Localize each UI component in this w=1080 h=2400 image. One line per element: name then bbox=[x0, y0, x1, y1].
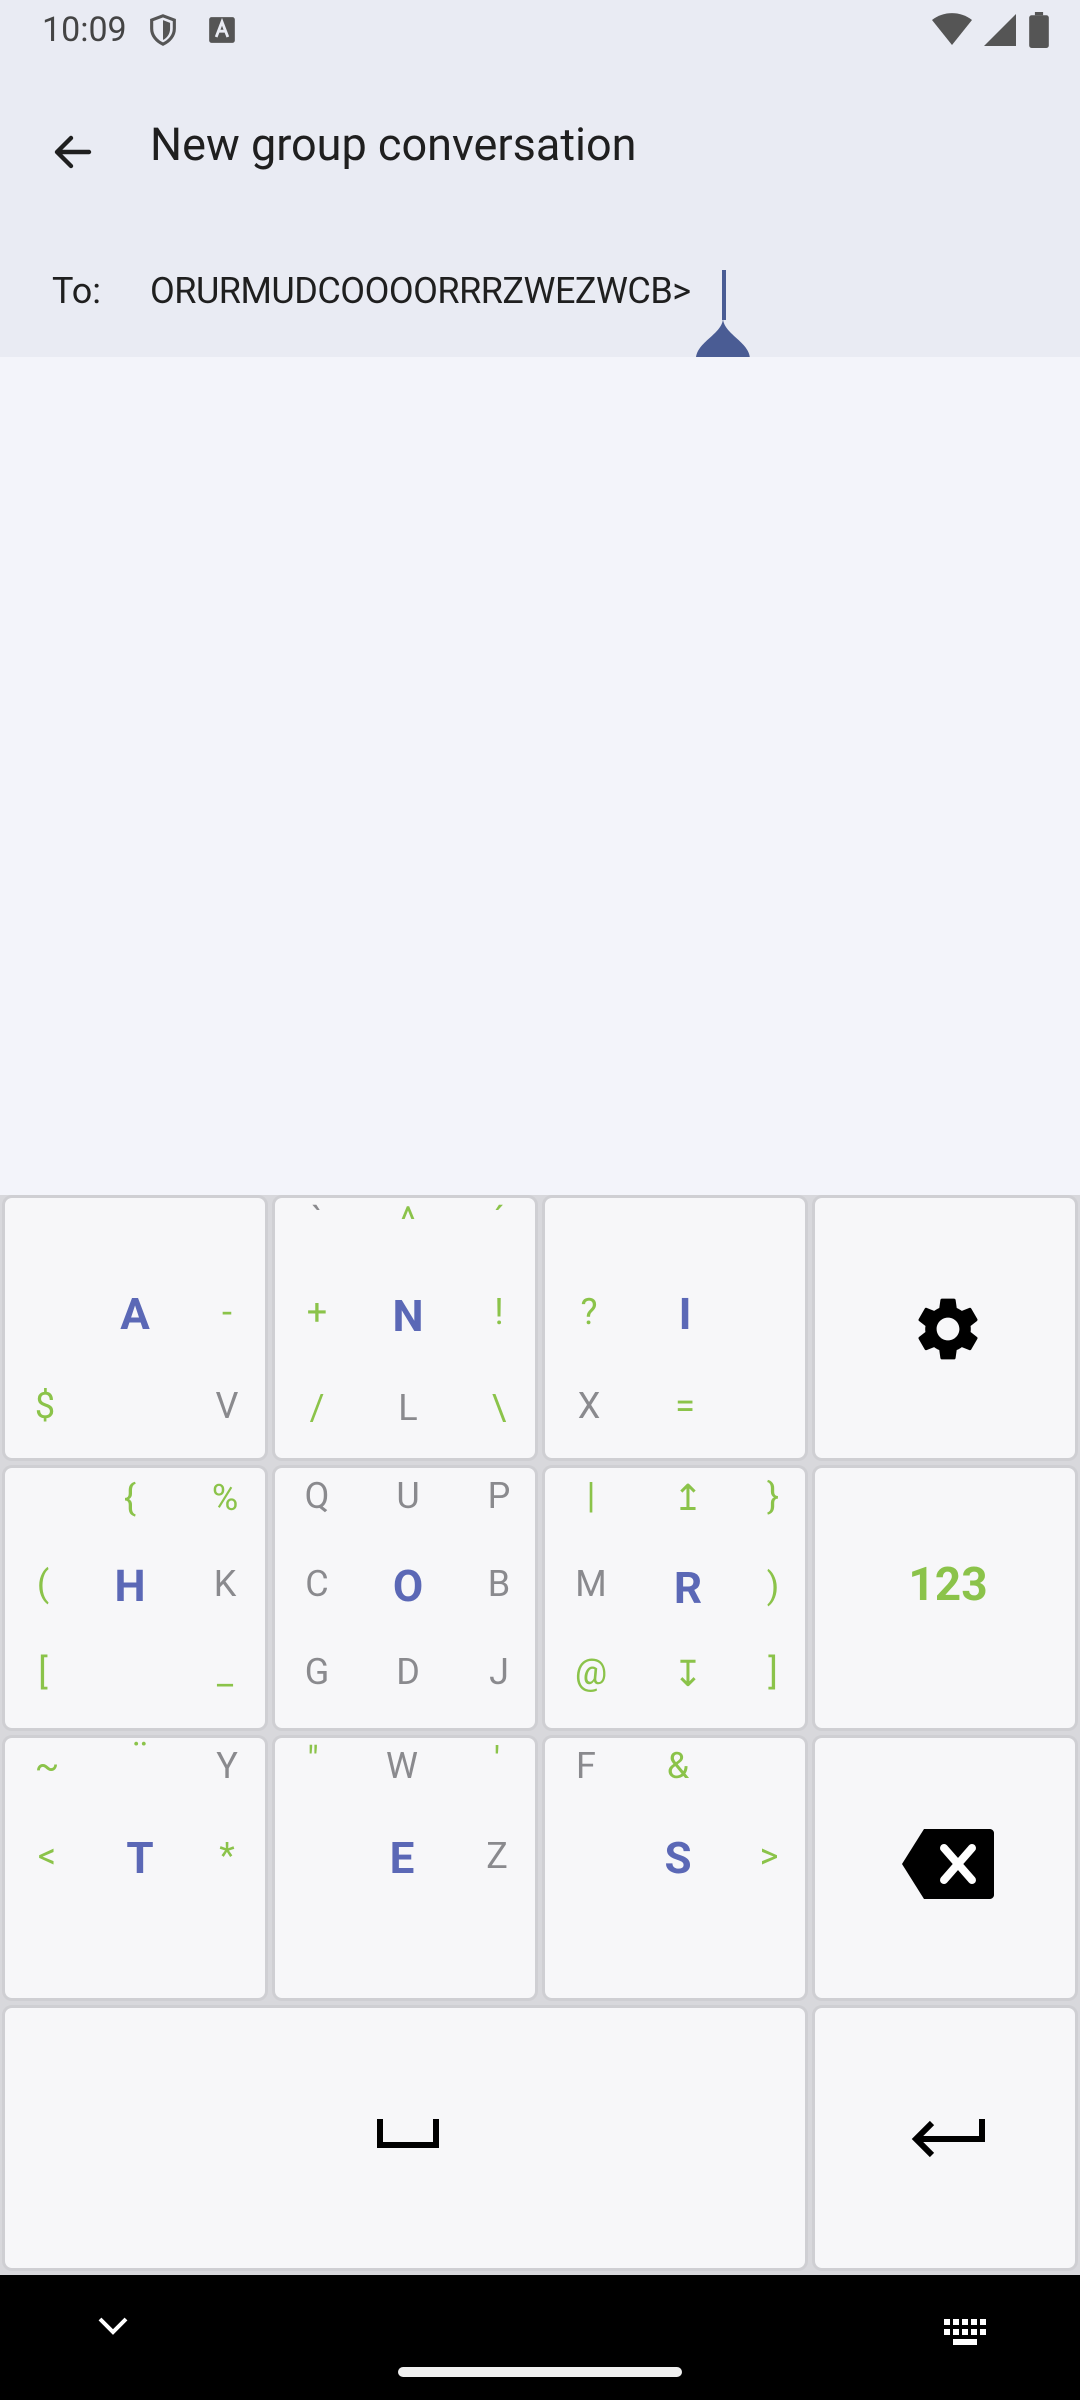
enter-icon bbox=[910, 2109, 986, 2163]
numbers-key-label: 123 bbox=[908, 1558, 988, 1612]
backspace-icon bbox=[902, 1829, 994, 1903]
key-r[interactable]: | ↥ } M R ) @ ↧ ] bbox=[542, 1465, 808, 1731]
chevron-down-icon[interactable] bbox=[96, 2315, 130, 2341]
key-n-top-right: ´ bbox=[493, 1199, 505, 1241]
app-bar: New group conversation bbox=[0, 60, 1080, 235]
status-bar: 10:09 bbox=[0, 0, 1080, 60]
enter-key[interactable] bbox=[812, 2005, 1078, 2271]
key-h-right: K bbox=[213, 1563, 237, 1605]
key-n-top: ^ bbox=[400, 1199, 416, 1241]
key-s-main: S bbox=[664, 1832, 692, 1884]
key-t-left: < bbox=[37, 1835, 57, 1877]
key-i-left: ? bbox=[580, 1291, 598, 1333]
shield-icon bbox=[146, 12, 180, 52]
key-o-main: O bbox=[392, 1560, 424, 1612]
space-icon bbox=[377, 2119, 439, 2153]
key-e-top-right: ' bbox=[493, 1739, 501, 1781]
key-r-right: ) bbox=[766, 1565, 780, 1607]
page-title: New group conversation bbox=[150, 118, 637, 171]
key-h-left: ( bbox=[36, 1563, 50, 1605]
key-r-top-right: } bbox=[766, 1475, 780, 1517]
key-o-left: C bbox=[305, 1563, 329, 1605]
key-h-main: H bbox=[114, 1560, 146, 1612]
recipient-input[interactable]: ORURMUDCOOOORRRZWEZWCB> bbox=[150, 270, 691, 312]
battery-icon bbox=[1028, 12, 1050, 52]
key-a-top-right: - bbox=[222, 1291, 232, 1333]
key-h-bottom-left: [ bbox=[38, 1651, 48, 1693]
key-t-top-left: ~ bbox=[34, 1745, 60, 1787]
key-o-top-right: P bbox=[487, 1475, 511, 1517]
key-o[interactable]: Q U P C O B G D J bbox=[272, 1465, 538, 1731]
key-e-top: W bbox=[386, 1745, 418, 1787]
recipient-label: To: bbox=[52, 270, 101, 312]
text-cursor bbox=[722, 270, 726, 320]
status-icons bbox=[932, 12, 1050, 52]
back-arrow-icon bbox=[54, 135, 92, 169]
key-r-bottom: ↧ bbox=[672, 1653, 704, 1695]
key-e-main: E bbox=[389, 1832, 415, 1884]
key-o-bottom: D bbox=[396, 1651, 420, 1693]
key-n-right: ! bbox=[494, 1291, 504, 1333]
key-h[interactable]: { % ( H K [ _ bbox=[2, 1465, 268, 1731]
key-r-main: R bbox=[673, 1562, 703, 1614]
key-o-top-left: Q bbox=[304, 1475, 330, 1517]
navigation-bar bbox=[0, 2275, 1080, 2400]
key-h-top-right: % bbox=[211, 1477, 239, 1519]
key-i-main: I bbox=[678, 1288, 692, 1340]
key-r-bottom-left: @ bbox=[574, 1651, 608, 1693]
key-o-right: B bbox=[487, 1563, 511, 1605]
key-e[interactable]: " W ' E Z bbox=[272, 1735, 538, 2001]
key-s-top: & bbox=[666, 1745, 690, 1787]
key-t-top-right: Y bbox=[216, 1745, 238, 1787]
numbers-key[interactable]: 123 bbox=[812, 1465, 1078, 1731]
back-button[interactable] bbox=[36, 115, 110, 189]
key-t[interactable]: ~ ¨ Y < T * bbox=[2, 1735, 268, 2001]
space-key[interactable] bbox=[2, 2005, 808, 2271]
keyboard: A - $ V ` ^ ´ + N ! / L \ ? I X = { % ( … bbox=[0, 1195, 1080, 2275]
key-h-bottom-right: _ bbox=[216, 1651, 234, 1693]
key-r-top-left: | bbox=[586, 1475, 596, 1517]
key-s[interactable]: F & S > bbox=[542, 1735, 808, 2001]
keyboard-icon[interactable] bbox=[944, 2319, 988, 2353]
key-a[interactable]: A - $ V bbox=[2, 1195, 268, 1461]
wifi-icon bbox=[932, 13, 972, 51]
signal-icon bbox=[984, 13, 1016, 51]
backspace-key[interactable] bbox=[812, 1735, 1078, 2001]
text-input-icon bbox=[208, 16, 236, 48]
home-handle[interactable] bbox=[398, 2367, 682, 2377]
key-o-top: U bbox=[396, 1475, 420, 1517]
recipient-row: To: ORURMUDCOOOORRRZWEZWCB> bbox=[0, 235, 1080, 357]
settings-key[interactable] bbox=[812, 1195, 1078, 1461]
key-a-bottom-right: V bbox=[215, 1385, 239, 1427]
key-o-bottom-left: G bbox=[304, 1651, 330, 1693]
status-time: 10:09 bbox=[42, 10, 127, 50]
key-h-top: { bbox=[123, 1477, 137, 1519]
key-n-left: + bbox=[306, 1291, 328, 1333]
key-t-top: ¨ bbox=[132, 1735, 148, 1777]
key-a-main: A bbox=[120, 1288, 150, 1340]
key-e-top-left: " bbox=[307, 1739, 319, 1781]
key-s-top-left: F bbox=[576, 1745, 596, 1787]
key-n-main: N bbox=[392, 1290, 424, 1342]
key-s-right: > bbox=[759, 1835, 779, 1877]
key-a-bottom-left: $ bbox=[34, 1385, 56, 1427]
key-n-bottom-left: / bbox=[309, 1387, 325, 1429]
key-o-bottom-right: J bbox=[489, 1651, 509, 1693]
key-n-bottom-right: \ bbox=[491, 1387, 507, 1429]
key-i-bottom: = bbox=[675, 1385, 695, 1427]
gear-icon bbox=[910, 1291, 986, 1371]
key-i-bottom-left: X bbox=[577, 1385, 601, 1427]
key-n-top-left: ` bbox=[311, 1199, 323, 1241]
key-i[interactable]: ? I X = bbox=[542, 1195, 808, 1461]
key-n[interactable]: ` ^ ´ + N ! / L \ bbox=[272, 1195, 538, 1461]
key-r-left: M bbox=[575, 1563, 607, 1605]
key-r-bottom-right: ] bbox=[768, 1651, 778, 1693]
key-t-main: T bbox=[126, 1832, 154, 1884]
key-n-bottom: L bbox=[398, 1387, 418, 1429]
conversation-area bbox=[0, 357, 1080, 1195]
key-r-top: ↥ bbox=[672, 1477, 704, 1519]
key-e-right: Z bbox=[486, 1835, 508, 1877]
key-t-right: * bbox=[219, 1835, 235, 1877]
